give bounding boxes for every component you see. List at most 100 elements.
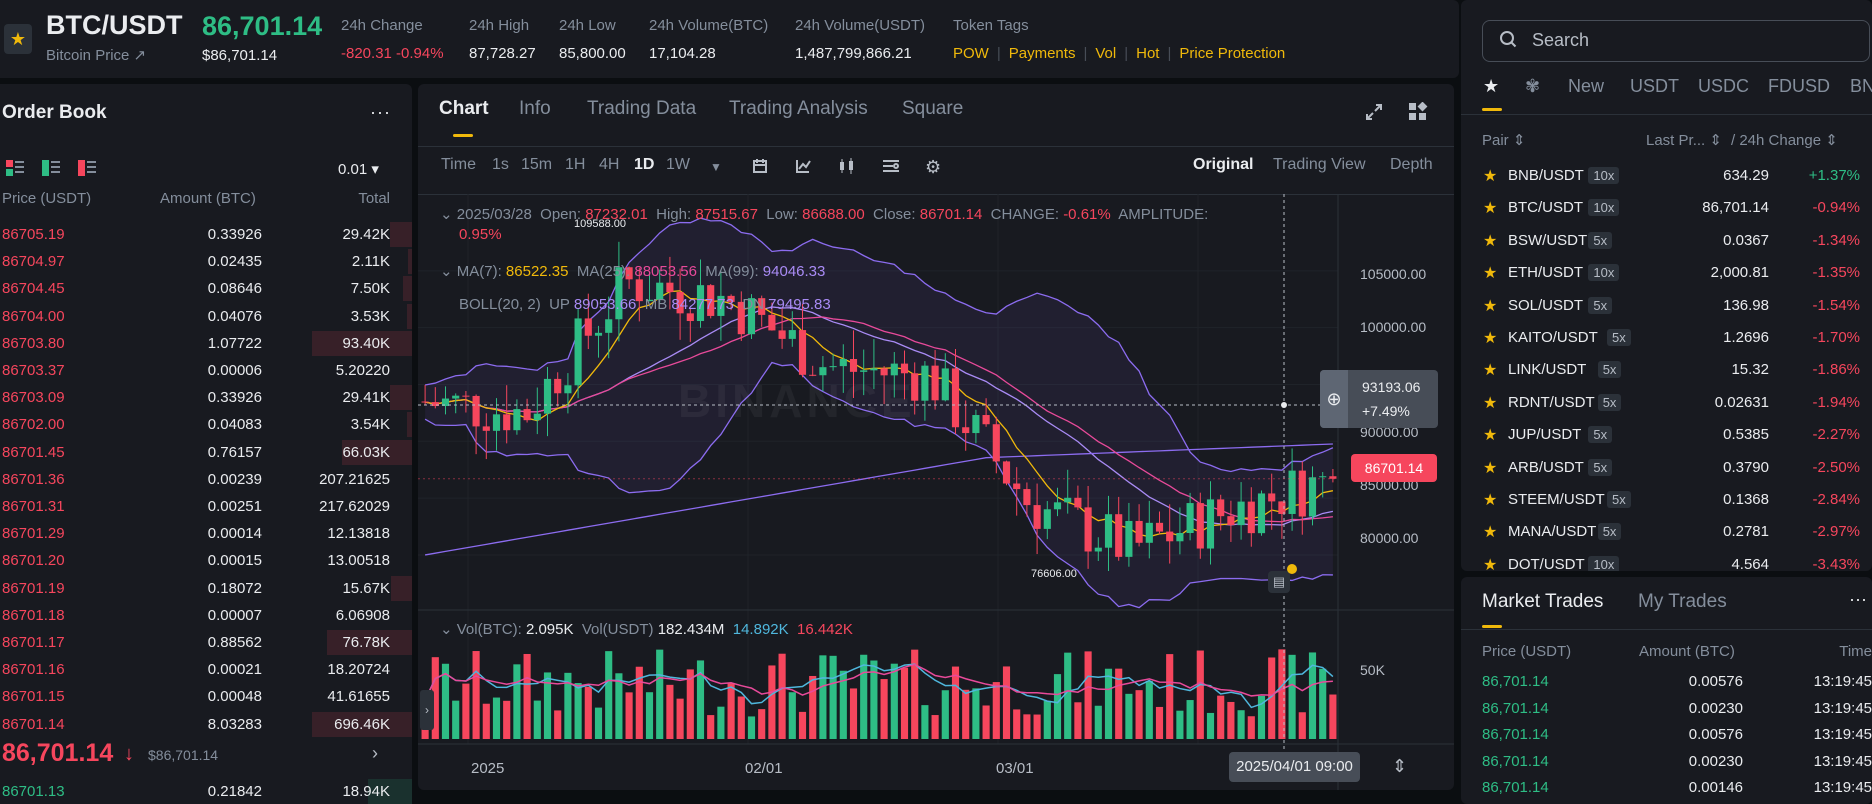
event-marker-icon[interactable]: ▤ — [1268, 571, 1290, 593]
favorite-star-icon[interactable]: ★ — [1483, 198, 1497, 218]
ask-row[interactable]: 86702.00 0.04083 3.54K — [0, 411, 412, 438]
trade-price: 86,701.14 — [1482, 699, 1549, 717]
active-tab-underline — [1482, 625, 1502, 628]
market-row[interactable]: ★ ARB/USDT 5x 0.3790 -2.50% — [1461, 453, 1872, 485]
stat-label: 24h Volume(BTC) — [649, 17, 769, 34]
favorite-star-icon[interactable]: ★ — [1483, 296, 1497, 316]
tag-vol[interactable]: Vol — [1095, 45, 1116, 62]
market-row[interactable]: ★ MANA/USDT 5x 0.2781 -2.97% — [1461, 517, 1872, 549]
volume-bar — [1074, 702, 1082, 739]
ask-row[interactable]: 86704.97 0.02435 2.11K — [0, 248, 412, 275]
event-dot-icon[interactable] — [1287, 564, 1297, 574]
market-row[interactable]: ★ KAITO/USDT 5x 1.2696 -1.70% — [1461, 323, 1872, 355]
tag-price-protection[interactable]: Price Protection — [1179, 45, 1285, 62]
collapse-chevron-icon[interactable]: ⌄ — [440, 206, 453, 223]
favorite-star-icon[interactable]: ★ — [1483, 522, 1497, 542]
search-box[interactable]: Search — [1482, 20, 1870, 62]
stat-24h-high: 24h High 87,728.27 — [469, 17, 536, 62]
market-row[interactable]: ★ LINK/USDT 5x 15.32 -1.86% — [1461, 355, 1872, 387]
favorite-star-icon[interactable]: ★ — [1483, 555, 1497, 571]
market-row[interactable]: ★ BSW/USDT 5x 0.0367 -1.34% — [1461, 226, 1872, 258]
sort-24h-change[interactable]: / 24h Change ⇕ — [1731, 131, 1838, 149]
tab-zones-icon[interactable]: ✾ — [1525, 76, 1540, 97]
candlestick-chart[interactable] — [418, 84, 1454, 790]
ask-row[interactable]: 86701.19 0.18072 15.67K — [0, 575, 412, 602]
collapse-chevron-icon[interactable]: ⌄ — [440, 621, 453, 638]
ask-row[interactable]: 86701.29 0.00014 12.13818 — [0, 520, 412, 547]
favorite-star-icon[interactable]: ★ — [1483, 458, 1497, 478]
volume-bar — [1145, 680, 1153, 739]
coin-price-link[interactable]: Bitcoin Price ↗ — [46, 46, 146, 64]
scroll-left-icon[interactable]: › — [420, 690, 434, 730]
tab-my-trades[interactable]: My Trades — [1638, 591, 1727, 613]
mid-price-row[interactable]: 86,701.14 ↓ $86,701.14 › — [2, 737, 410, 773]
sort-last-price[interactable]: Last Pr... ⇕ — [1646, 131, 1722, 149]
tag-hot[interactable]: Hot — [1136, 45, 1159, 62]
ask-row[interactable]: 86701.14 8.03283 696.46K — [0, 711, 412, 738]
bid-row[interactable]: 86701.13 0.21842 18.94K — [0, 778, 412, 804]
tab-favorites-star-icon[interactable]: ★ — [1483, 76, 1499, 97]
precision-select[interactable]: 0.01 ▾ — [338, 160, 379, 178]
market-row[interactable]: ★ JUP/USDT 5x 0.5385 -2.27% — [1461, 420, 1872, 452]
tab-new[interactable]: New — [1568, 76, 1604, 97]
favorite-star-icon[interactable]: ★ — [1483, 393, 1497, 413]
favorite-star-icon[interactable]: ★ — [1483, 166, 1497, 186]
ask-row[interactable]: 86701.20 0.00015 13.00518 — [0, 547, 412, 574]
ask-row[interactable]: 86703.09 0.33926 29.41K — [0, 384, 412, 411]
market-row[interactable]: ★ SOL/USDT 5x 136.98 -1.54% — [1461, 291, 1872, 323]
ask-row[interactable]: 86701.17 0.88562 76.78K — [0, 629, 412, 656]
tab-fdusd[interactable]: FDUSD — [1768, 76, 1830, 97]
sort-pair[interactable]: Pair ⇕ — [1482, 131, 1525, 149]
candle-body — [1227, 516, 1235, 526]
ask-row[interactable]: 86701.16 0.00021 18.20724 — [0, 656, 412, 683]
more-options-icon[interactable]: ··· — [1849, 589, 1867, 610]
favorite-star-icon[interactable]: ★ — [1483, 263, 1497, 283]
market-row[interactable]: ★ RDNT/USDT 5x 0.02631 -1.94% — [1461, 388, 1872, 420]
ask-row[interactable]: 86703.80 1.07722 93.40K — [0, 330, 412, 357]
pair-title[interactable]: BTC/USDT — [46, 10, 183, 41]
ask-amount: 0.00239 — [207, 470, 262, 488]
ask-row[interactable]: 86701.18 0.00007 6.06908 — [0, 602, 412, 629]
ask-row[interactable]: 86701.15 0.00048 41.61655 — [0, 683, 412, 710]
market-row[interactable]: ★ STEEM/USDT 5x 0.1368 -2.84% — [1461, 485, 1872, 517]
favorite-star-icon[interactable]: ★ — [1483, 328, 1497, 348]
tab-usdt[interactable]: USDT — [1630, 76, 1679, 97]
ask-row[interactable]: 86705.19 0.33926 29.42K — [0, 221, 412, 248]
favorite-star-icon[interactable]: ★ — [1483, 490, 1497, 510]
collapse-chevron-icon[interactable]: ⌄ — [440, 263, 453, 280]
orderbook-both-view-icon[interactable] — [6, 160, 24, 176]
fit-axis-icon[interactable]: ⇕ — [1392, 756, 1407, 777]
tab-usdc[interactable]: USDC — [1698, 76, 1749, 97]
candle-body — [594, 332, 603, 336]
tag-payments[interactable]: Payments — [1009, 45, 1076, 62]
add-alert-icon[interactable]: ⊕ — [1320, 370, 1348, 428]
volume-bar — [1217, 695, 1225, 739]
favorite-star-icon[interactable]: ★ — [1483, 231, 1497, 251]
favorite-star-icon[interactable]: ★ — [1483, 425, 1497, 445]
favorite-star-icon[interactable]: ★ — [4, 24, 32, 54]
favorite-star-icon[interactable]: ★ — [1483, 360, 1497, 380]
ask-row[interactable]: 86701.36 0.00239 207.21625 — [0, 466, 412, 493]
ask-row[interactable]: 86701.31 0.00251 217.62029 — [0, 493, 412, 520]
ask-row[interactable]: 86704.00 0.04076 3.53K — [0, 303, 412, 330]
candle-body — [574, 318, 582, 386]
market-row[interactable]: ★ DOT/USDT 10x 4.564 -3.43% — [1461, 550, 1872, 571]
chevron-right-icon[interactable]: › — [372, 743, 378, 764]
orderbook-asks-view-icon[interactable] — [78, 160, 96, 176]
market-row[interactable]: ★ BTC/USDT 10x 86,701.14 -0.94% — [1461, 193, 1872, 225]
ask-total: 2.11K — [351, 253, 390, 271]
ask-row[interactable]: 86703.37 0.00006 5.20220 — [0, 357, 412, 384]
ma99-label: MA(99): — [705, 263, 759, 280]
tab-market-trades[interactable]: Market Trades — [1482, 591, 1603, 613]
vol-ma10-value: 16.442K — [796, 621, 853, 638]
ask-row[interactable]: 86704.45 0.08646 7.50K — [0, 275, 412, 302]
market-row[interactable]: ★ ETH/USDT 10x 2,000.81 -1.35% — [1461, 258, 1872, 290]
tag-pow[interactable]: POW — [953, 45, 989, 62]
ask-row[interactable]: 86701.45 0.76157 66.03K — [0, 439, 412, 466]
market-row[interactable]: ★ BNB/USDT 10x 634.29 +1.37% — [1461, 161, 1872, 193]
candle-body — [1288, 470, 1296, 514]
volume-bar — [921, 705, 929, 739]
orderbook-bids-view-icon[interactable] — [42, 160, 60, 176]
more-options-icon[interactable]: ··· — [370, 102, 391, 123]
tab-bn[interactable]: BN — [1850, 76, 1872, 97]
